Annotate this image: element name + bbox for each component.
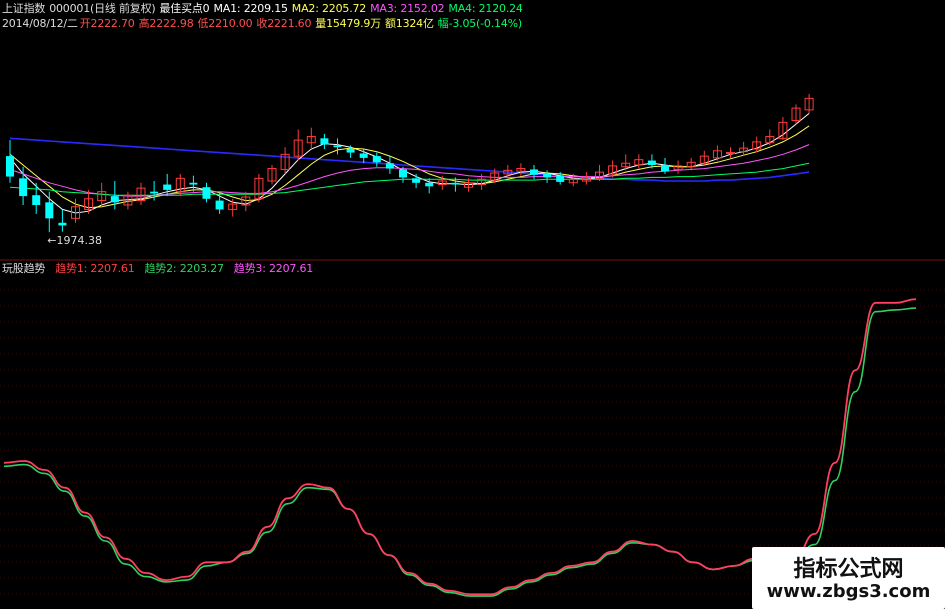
ma4-line (9, 162, 810, 196)
index-name[interactable]: 上证指数 (2, 2, 45, 15)
quote-header-line1: 上证指数 000001(日线 前复权) 最佳买点0 MA1: 2209.15 MA2: … (2, 2, 527, 16)
candle-body (215, 200, 224, 210)
candle-body (425, 182, 434, 187)
watermark-url: www.zbgs3.com (766, 581, 931, 602)
site-watermark: 指标公式网 www.zbgs3.com (752, 547, 945, 609)
ma4-value: MA4: 2120.24 (448, 2, 523, 15)
chart-canvas: ←1974.38 (0, 93, 945, 597)
high-price: 高2222.98 (138, 17, 194, 30)
amount-value: 额1324亿 (384, 17, 434, 30)
trend3-value: 趋势3: 2207.61 (233, 262, 314, 275)
price-panel: ←1974.38 (6, 93, 814, 247)
candle-body (399, 169, 407, 178)
ma1-line (9, 113, 810, 214)
open-price: 开2222.70 (79, 17, 135, 30)
candle-body (530, 169, 538, 175)
trend1-value: 趋势1: 2207.61 (55, 262, 135, 275)
low-price: 低2210.00 (197, 17, 253, 30)
ma1-value: MA1: 2209.15 (213, 2, 288, 15)
quote-date: 2014/08/12/二 (2, 17, 78, 30)
ma2-value: MA2: 2205.72 (291, 2, 367, 15)
candle-body (647, 160, 656, 165)
candle-body (19, 178, 28, 197)
watermark-title: 指标公式网 (793, 557, 904, 582)
candle-body (333, 145, 342, 148)
close-price: 收2221.60 (256, 17, 312, 30)
ma3-value: MA3: 2152.02 (370, 2, 445, 15)
candle-body (661, 165, 669, 172)
candle-body (202, 187, 211, 199)
candle-body (412, 178, 421, 183)
candle-body (150, 191, 159, 194)
candle-body (346, 149, 355, 153)
change-value: 幅-3.05(-0.14%) (437, 17, 522, 30)
candle-body (32, 195, 41, 205)
candle-body (163, 184, 172, 190)
index-code: 000001(日线 前复权) (49, 2, 156, 15)
candle-body (110, 196, 119, 203)
quote-header-line2: 2014/08/12/二 开2222.70 高2222.98 低2210.00 收222… (2, 17, 526, 31)
candle-body (726, 152, 735, 155)
candle-body (359, 153, 368, 158)
candle-body (45, 202, 54, 219)
trend2-value: 趋势2: 2203.27 (144, 262, 224, 275)
candle-body (320, 138, 329, 145)
ma-long-line (9, 137, 810, 182)
volume-value: 量15479.9万 (315, 17, 381, 30)
candle-body (556, 175, 565, 182)
indicator-name[interactable]: 玩股趋势 (2, 262, 45, 275)
candle-body (543, 173, 552, 178)
candle-body (372, 156, 381, 163)
candle-body (451, 182, 460, 185)
candle-body (385, 163, 394, 169)
candle-body (6, 156, 14, 177)
ma3-line (9, 144, 810, 197)
indicator-header: 玩股趋势 趋势1: 2207.61 趋势2: 2203.27 趋势3: 2207.61 (2, 262, 317, 276)
candle-body (189, 182, 198, 185)
buy-signal: 最佳买点0 (159, 2, 210, 15)
low-price-marker: ←1974.38 (47, 234, 102, 247)
candle-body (58, 222, 67, 226)
